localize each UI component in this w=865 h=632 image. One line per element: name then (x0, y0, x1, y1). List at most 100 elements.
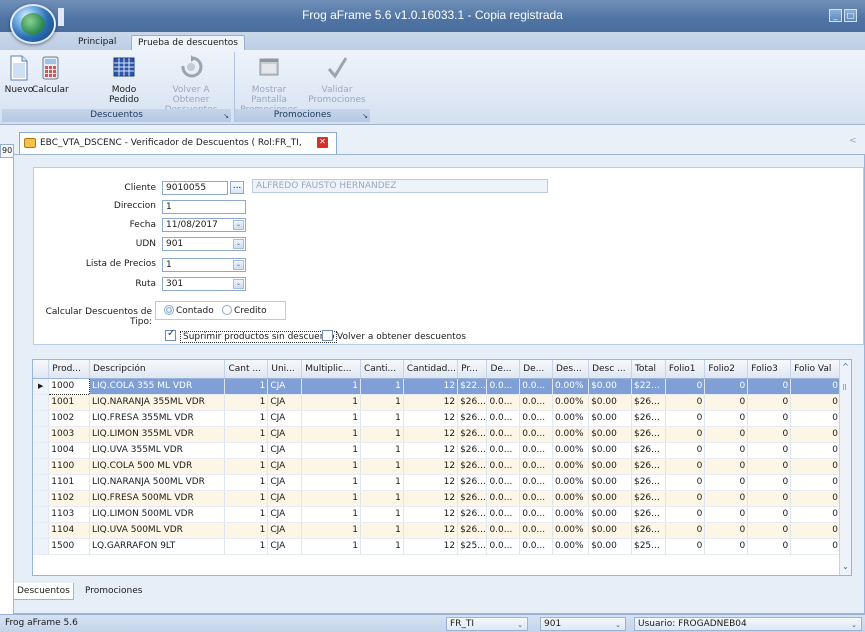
table-cell[interactable]: CJA (267, 426, 303, 443)
close-icon[interactable]: ✕ (317, 137, 328, 148)
chevron-down-icon[interactable]: ⌄ (848, 619, 860, 629)
table-cell[interactable]: 1 (360, 442, 404, 459)
table-cell[interactable]: 0.00% (552, 458, 590, 475)
table-cell[interactable]: 0 (665, 506, 706, 523)
table-cell[interactable]: 1500 (48, 538, 90, 555)
table-cell[interactable]: LIQ.FRESA 500ML VDR (89, 490, 226, 507)
table-cell[interactable]: $26... (457, 506, 488, 523)
lista-de-precios-select[interactable]: 1 ⌄ (162, 258, 246, 272)
table-cell[interactable]: $22... (457, 378, 488, 395)
table-cell[interactable]: 12 (403, 442, 459, 459)
table-cell[interactable]: CJA (267, 442, 303, 459)
table-cell[interactable]: 1 (301, 378, 361, 395)
table-cell[interactable]: CJA (267, 378, 303, 395)
nuevo-button[interactable]: Nuevo (4, 54, 34, 95)
table-cell[interactable]: 1 (301, 426, 361, 443)
table-cell[interactable]: $26... (457, 458, 488, 475)
table-cell[interactable]: 0.0... (486, 522, 521, 539)
table-cell[interactable]: 0.0... (519, 538, 553, 555)
table-cell[interactable]: 0 (747, 426, 792, 443)
table-cell[interactable]: 0.0... (486, 410, 521, 427)
column-header[interactable]: Folio1 (665, 360, 706, 379)
table-cell[interactable]: $0.00 (588, 442, 632, 459)
table-cell[interactable]: 0.0... (519, 426, 553, 443)
column-header[interactable]: Total (631, 360, 666, 379)
table-cell[interactable]: 0.00% (552, 410, 590, 427)
table-cell[interactable]: CJA (267, 410, 303, 427)
table-cell[interactable]: 12 (403, 458, 459, 475)
column-header[interactable]: Multiplic... (301, 360, 361, 379)
table-cell[interactable]: 0.0... (486, 426, 521, 443)
table-cell[interactable]: 0 (747, 442, 792, 459)
column-header[interactable]: Folio Val (790, 360, 841, 379)
table-cell[interactable]: $0.00 (588, 410, 632, 427)
table-cell[interactable]: 0.00% (552, 378, 590, 395)
table-cell[interactable]: 0 (790, 410, 841, 427)
table-cell[interactable]: 0 (665, 442, 706, 459)
table-row[interactable]: 1003 LIQ.LIMON 355ML VDR 1 CJA 1 1 12 $26... 0.0… (33, 426, 841, 443)
modo-pedido-button[interactable]: Modo Pedido (98, 54, 150, 105)
table-cell[interactable]: $26... (631, 458, 666, 475)
table-cell[interactable]: 0 (747, 410, 792, 427)
table-cell[interactable]: 1 (224, 426, 269, 443)
vertical-scrollbar[interactable]: ^ ⠿ ⌄ (839, 360, 851, 575)
table-cell[interactable]: 1 (360, 458, 404, 475)
table-row[interactable]: 1101 LIQ.NARANJA 500ML VDR 1 CJA 1 1 12 $26... 0… (33, 474, 841, 491)
table-cell[interactable]: CJA (267, 474, 303, 491)
table-cell[interactable]: LIQ.COLA 500 ML VDR (89, 458, 226, 475)
table-cell[interactable]: 0 (665, 522, 706, 539)
table-row[interactable]: 1001 LIQ.NARANJA 355ML VDR 1 CJA 1 1 12 $26... 0… (33, 394, 841, 411)
table-cell[interactable]: 1104 (48, 522, 90, 539)
table-cell[interactable]: 0.0... (519, 474, 553, 491)
tab-descuentos[interactable]: Descuentos (13, 583, 74, 600)
fecha-picker[interactable]: 11/08/2017 ⌄ (162, 218, 246, 232)
table-cell[interactable]: 0.0... (486, 538, 521, 555)
suprimir-checkbox[interactable]: ✓ Suprimir productos sin descuento (165, 328, 338, 343)
table-cell[interactable]: 0 (747, 538, 792, 555)
status-rol-select[interactable]: FR_TI ⌄ (446, 617, 528, 631)
table-cell[interactable]: 1 (360, 378, 404, 395)
table-cell[interactable]: $26... (631, 506, 666, 523)
table-cell[interactable]: 0 (790, 394, 841, 411)
table-cell[interactable]: 0 (704, 426, 749, 443)
table-row[interactable]: 1002 LIQ.FRESA 355ML VDR 1 CJA 1 1 12 $26... 0.0… (33, 410, 841, 427)
table-cell[interactable]: 12 (403, 506, 459, 523)
table-cell[interactable]: 1100 (48, 458, 90, 475)
table-cell[interactable]: LIQ.COLA 355 ML VDR (89, 378, 226, 395)
table-cell[interactable]: 0.0... (519, 458, 553, 475)
column-header[interactable]: Folio2 (704, 360, 749, 379)
table-cell[interactable]: 12 (403, 538, 459, 555)
table-cell[interactable]: 1 (301, 394, 361, 411)
table-cell[interactable]: $26... (631, 410, 666, 427)
scroll-left-icon[interactable]: < (849, 136, 861, 148)
table-cell[interactable]: 12 (403, 522, 459, 539)
products-grid[interactable]: Prod... Descripción Cant ... Uni... Multipli… (32, 359, 852, 576)
table-cell[interactable]: 0 (665, 426, 706, 443)
table-cell[interactable]: 0 (704, 506, 749, 523)
table-cell[interactable]: 0.0... (486, 458, 521, 475)
column-header[interactable]: Uni... (267, 360, 303, 379)
table-cell[interactable]: 0.0... (486, 394, 521, 411)
minimize-button[interactable]: _ (829, 9, 842, 22)
table-cell[interactable]: LIQ.FRESA 355ML VDR (89, 410, 226, 427)
table-cell[interactable]: 1 (224, 522, 269, 539)
table-cell[interactable]: 1 (224, 490, 269, 507)
table-cell[interactable]: 0 (790, 506, 841, 523)
table-cell[interactable]: 0.00% (552, 522, 590, 539)
table-cell[interactable]: 12 (403, 410, 459, 427)
table-cell[interactable]: 1 (224, 474, 269, 491)
table-cell[interactable]: $0.00 (588, 506, 632, 523)
table-cell[interactable]: 0.00% (552, 506, 590, 523)
status-udn-select[interactable]: 901 ⌄ (540, 617, 626, 631)
table-cell[interactable]: 1102 (48, 490, 90, 507)
table-cell[interactable]: 12 (403, 490, 459, 507)
table-cell[interactable]: 1 (224, 442, 269, 459)
scroll-grip-icon[interactable]: ⠿ (842, 384, 849, 392)
table-cell[interactable]: 0.0... (486, 490, 521, 507)
scroll-up-icon[interactable]: ^ (840, 362, 851, 373)
table-cell[interactable]: 1 (360, 490, 404, 507)
table-cell[interactable]: LIQ.NARANJA 355ML VDR (89, 394, 226, 411)
table-cell[interactable]: 1 (301, 458, 361, 475)
table-cell[interactable]: $26... (457, 474, 488, 491)
table-cell[interactable]: CJA (267, 538, 303, 555)
